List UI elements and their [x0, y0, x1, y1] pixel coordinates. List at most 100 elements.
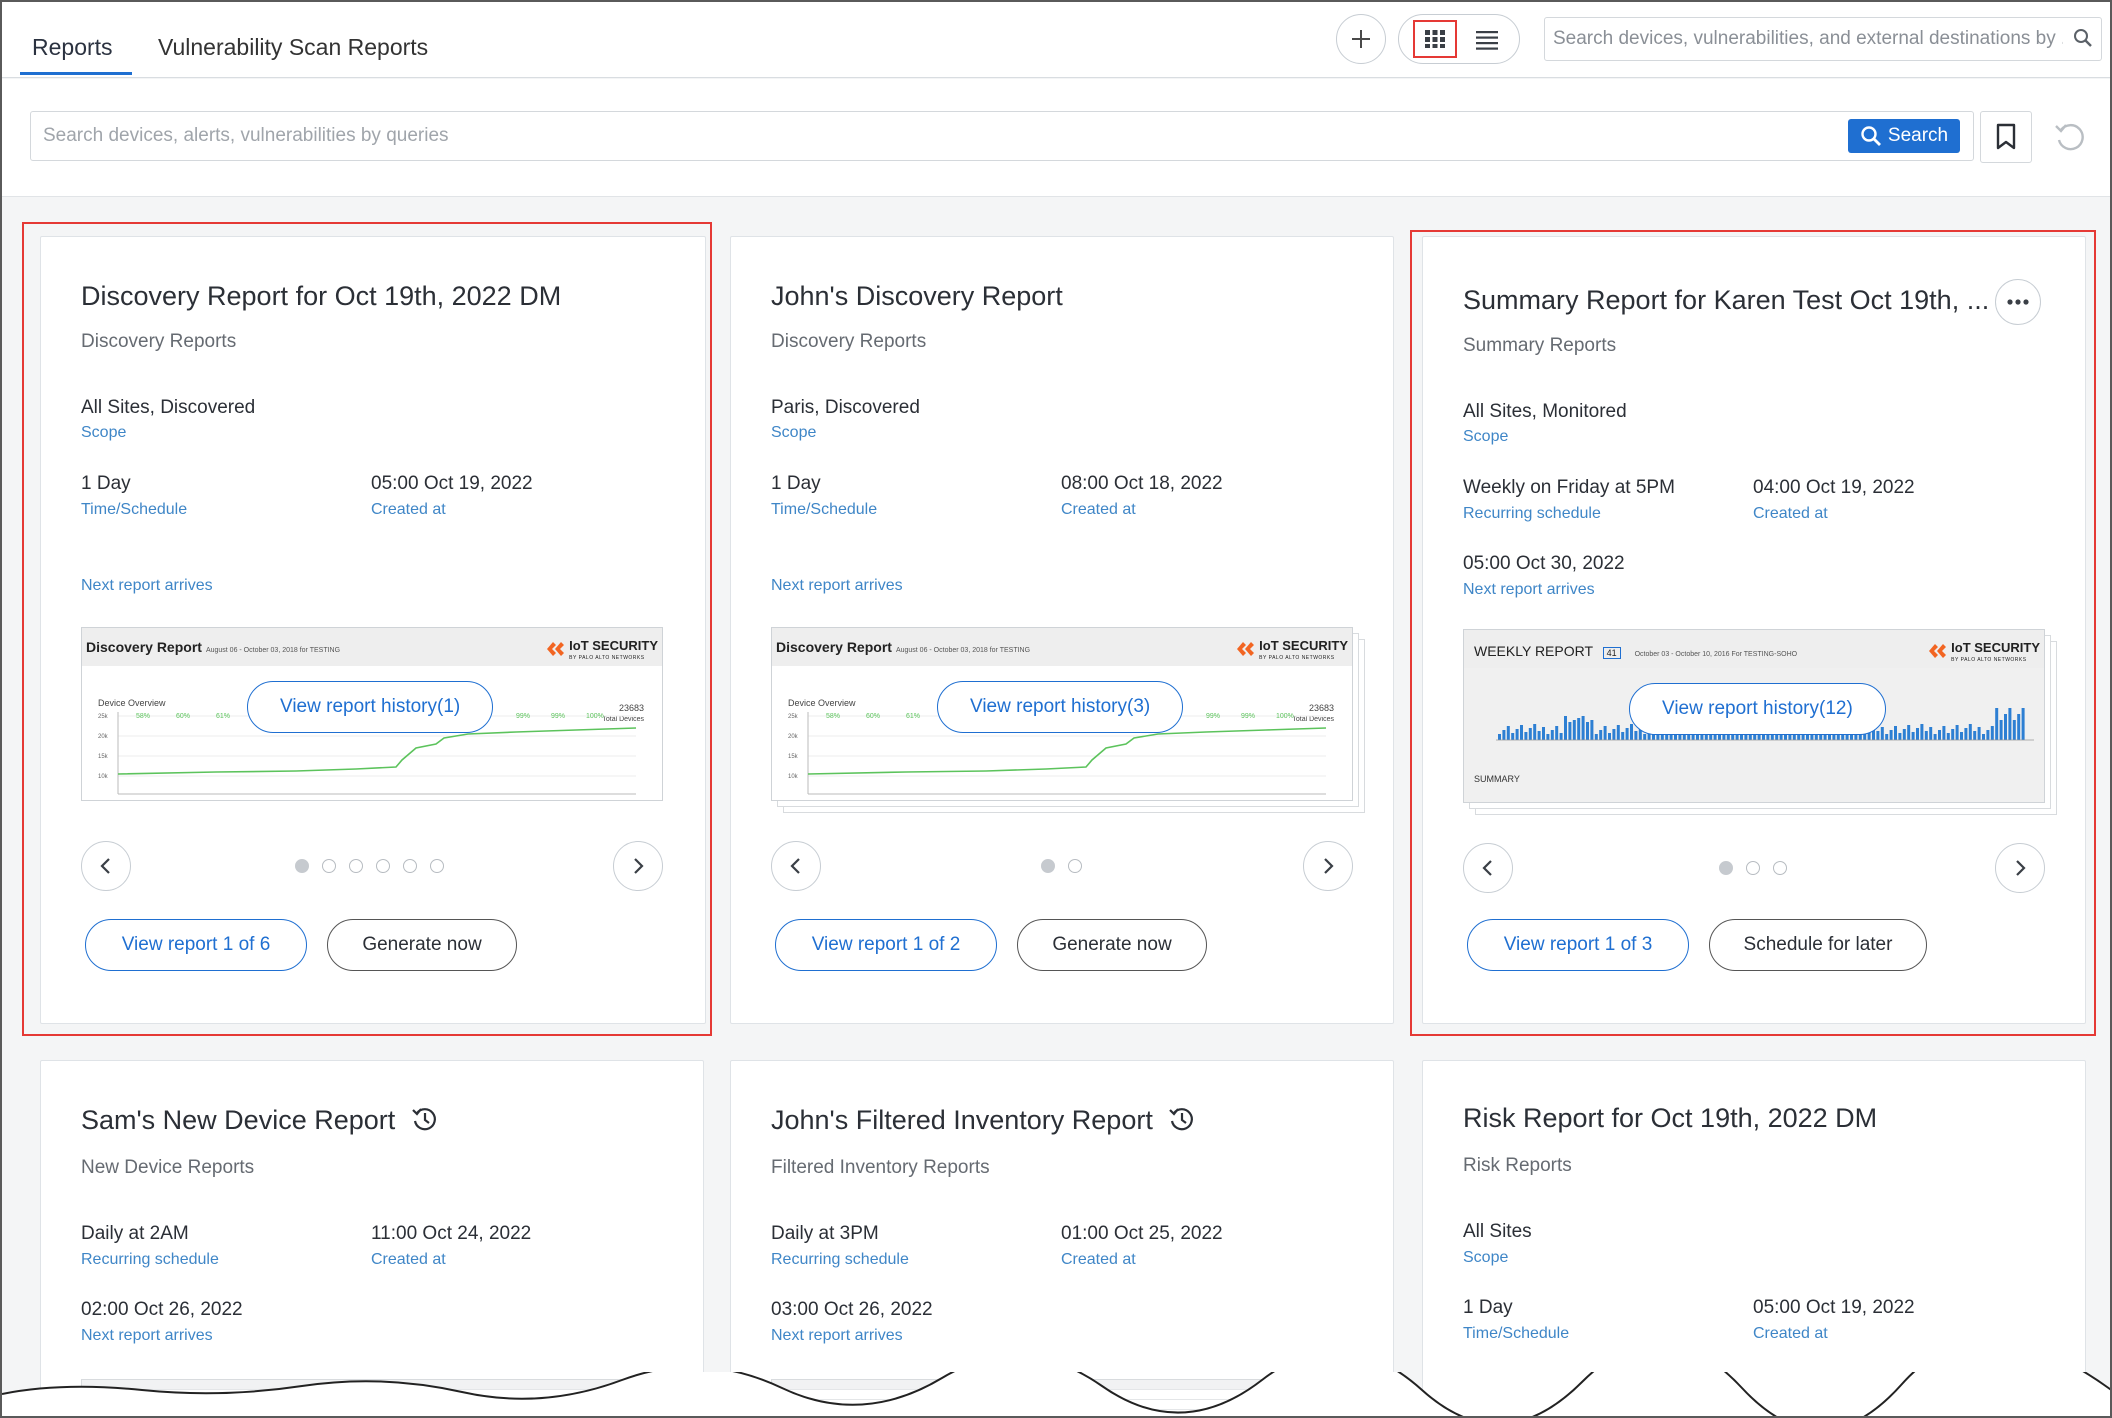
brand-logo-icon — [1237, 642, 1255, 656]
carousel-dot[interactable] — [1746, 861, 1760, 875]
carousel-dot[interactable] — [1719, 861, 1733, 875]
preview-bar — [1995, 708, 1999, 740]
carousel-dot[interactable] — [430, 859, 444, 873]
schedule-value: 1 Day — [81, 473, 131, 494]
schedule-for-later-button[interactable]: Schedule for later — [1709, 919, 1927, 971]
carousel-dot[interactable] — [295, 859, 309, 873]
svg-text:99%: 99% — [551, 713, 565, 720]
svg-text:100%: 100% — [586, 713, 604, 720]
preview-bar — [1581, 716, 1585, 740]
preview-header: WEEKLY REPORT 41 October 03 - October 10… — [1464, 630, 2044, 668]
preview-bar — [1586, 722, 1589, 740]
svg-text:60%: 60% — [866, 713, 880, 720]
carousel-dot[interactable] — [376, 859, 390, 873]
view-report-button[interactable]: View report 1 of 3 — [1467, 919, 1689, 971]
scope-label: Scope — [771, 424, 817, 441]
tab-reports[interactable]: Reports — [32, 34, 113, 61]
preview-header: Discovery Report August 06 - October 03, … — [82, 628, 662, 666]
recurring-clock-icon — [412, 1108, 436, 1131]
preview-bar — [1894, 726, 1897, 740]
scope-value: Paris, Discovered — [771, 397, 920, 418]
preview-bar — [1951, 729, 1955, 740]
preview-bar — [1612, 729, 1616, 740]
schedule-value: Weekly on Friday at 5PM — [1463, 477, 1675, 498]
report-title[interactable]: Discovery Report for Oct 19th, 2022 DM — [81, 281, 561, 312]
generate-now-button[interactable]: Generate now — [1017, 919, 1207, 971]
torn-edge — [2, 1372, 2110, 1416]
report-type: Risk Reports — [1463, 1155, 1572, 1176]
created-value: 05:00 Oct 19, 2022 — [1753, 1297, 1915, 1318]
preview-bar — [1898, 733, 1902, 740]
preview-bar — [2008, 708, 2012, 740]
query-input[interactable] — [43, 122, 1823, 150]
carousel-dot[interactable] — [1773, 861, 1787, 875]
brand-logo-icon — [1929, 644, 1947, 658]
preview-bar — [1942, 726, 1946, 740]
preview-title: WEEKLY REPORT 41 October 03 - October 10… — [1474, 643, 1798, 659]
preview-bar — [1498, 734, 1501, 740]
carousel-dot[interactable] — [1041, 859, 1055, 873]
preview-bar — [1990, 726, 1994, 740]
brand-logo: IoT SECURITY BY PALO ALTO NETWORKS — [1928, 639, 2040, 663]
grid-view-button[interactable] — [1413, 20, 1457, 58]
global-search-input[interactable] — [1553, 26, 2063, 52]
view-report-button[interactable]: View report 1 of 6 — [85, 919, 307, 971]
generate-now-button[interactable]: Generate now — [327, 919, 517, 971]
next-report-button[interactable] — [613, 841, 663, 891]
view-report-history-button[interactable]: View report history(1) — [247, 681, 494, 733]
carousel-dot[interactable] — [403, 859, 417, 873]
preview-bar — [1968, 724, 1972, 740]
report-title-text[interactable]: John's Filtered Inventory Report — [771, 1105, 1153, 1135]
report-title[interactable]: Summary Report for Karen Test Oct 19th, … — [1463, 285, 1989, 316]
carousel-dot[interactable] — [1068, 859, 1082, 873]
query-search-button[interactable]: Search — [1848, 119, 1960, 153]
view-report-button[interactable]: View report 1 of 2 — [775, 919, 997, 971]
created-value: 05:00 Oct 19, 2022 — [371, 473, 533, 494]
report-card: Risk Report for Oct 19th, 2022 DM Risk R… — [1422, 1060, 2086, 1416]
bookmark-button[interactable] — [1980, 111, 2032, 163]
carousel-dot[interactable] — [322, 859, 336, 873]
preview-bar — [1929, 727, 1933, 740]
preview-bar — [1938, 730, 1941, 740]
scope-label: Scope — [81, 424, 127, 441]
tab-vulnerability-scan-reports[interactable]: Vulnerability Scan Reports — [158, 34, 428, 61]
svg-text:99%: 99% — [1206, 713, 1220, 720]
preview-bar — [1625, 728, 1629, 740]
preview-title: Discovery Report August 06 - October 03, … — [776, 639, 1031, 655]
list-view-button[interactable] — [1469, 23, 1505, 57]
preview-bar — [2004, 714, 2007, 740]
grid-icon — [1425, 30, 1445, 48]
svg-text:10k: 10k — [98, 774, 109, 780]
view-report-history-button[interactable]: View report history(3) — [937, 681, 1184, 733]
report-title[interactable]: Risk Report for Oct 19th, 2022 DM — [1463, 1103, 1877, 1134]
report-title[interactable]: John's Discovery Report — [771, 281, 1063, 312]
svg-text:15k: 15k — [98, 754, 109, 760]
preview-bar — [1902, 729, 1906, 740]
report-title-text[interactable]: Sam's New Device Report — [81, 1105, 395, 1135]
search-icon[interactable] — [2073, 28, 2093, 53]
brand-logo-icon — [547, 642, 565, 656]
svg-text:20k: 20k — [98, 734, 109, 740]
prev-report-button[interactable] — [81, 841, 131, 891]
preview-bar — [1616, 725, 1620, 740]
preview-bar — [1889, 730, 1893, 740]
schedule-label: Time/Schedule — [771, 501, 878, 518]
view-report-history-button[interactable]: View report history(12) — [1629, 683, 1886, 735]
carousel-dot[interactable] — [349, 859, 363, 873]
preview-summary-label: SUMMARY — [1474, 774, 1520, 784]
add-report-button[interactable] — [1336, 14, 1386, 64]
prev-report-button[interactable] — [771, 841, 821, 891]
refresh-button[interactable] — [2044, 111, 2096, 163]
preview-bar — [1559, 733, 1563, 740]
more-options-button[interactable] — [1995, 279, 2041, 325]
next-report-button[interactable] — [1995, 843, 2045, 893]
created-label: Created at — [371, 1251, 446, 1268]
top-bar: Reports Vulnerability Scan Reports — [2, 2, 2110, 78]
preview-bar — [1608, 733, 1611, 740]
svg-text:20k: 20k — [788, 734, 799, 740]
prev-report-button[interactable] — [1463, 843, 1513, 893]
preview-bar — [1564, 716, 1567, 740]
created-value: 08:00 Oct 18, 2022 — [1061, 473, 1223, 494]
svg-text:25k: 25k — [98, 714, 109, 720]
next-report-button[interactable] — [1303, 841, 1353, 891]
